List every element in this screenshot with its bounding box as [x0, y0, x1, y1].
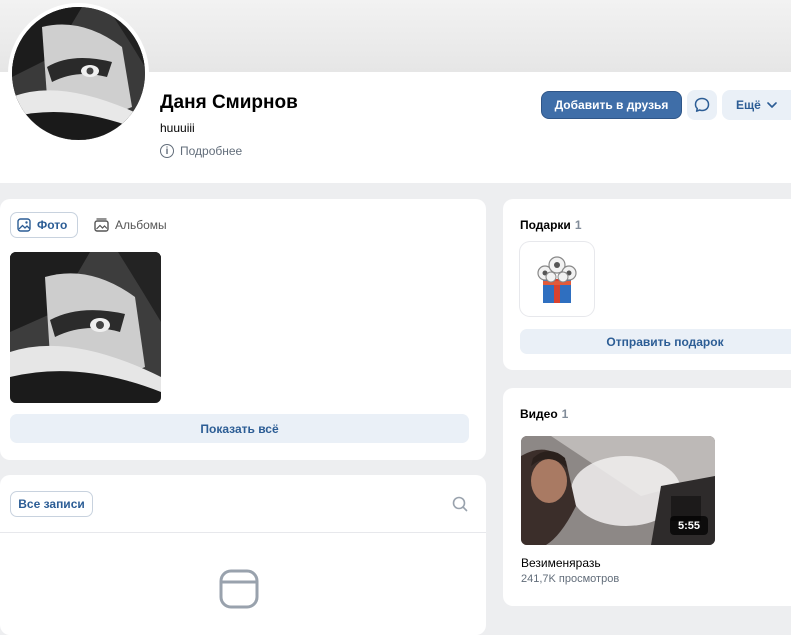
more-info-label: Подробнее	[180, 144, 243, 158]
tab-albums-label: Альбомы	[115, 218, 167, 232]
gifts-header[interactable]: Подарки 1	[520, 216, 582, 234]
gift-item[interactable]	[520, 242, 594, 316]
empty-posts-icon	[218, 568, 260, 610]
gifts-count: 1	[574, 218, 582, 232]
message-icon	[694, 97, 710, 112]
message-button[interactable]	[687, 90, 717, 120]
add-friend-button[interactable]: Добавить в друзья	[541, 91, 682, 119]
photo-image	[10, 252, 161, 403]
more-button[interactable]: Ещё	[722, 90, 791, 120]
send-gift-button[interactable]: Отправить подарок	[520, 329, 791, 354]
videos-count: 1	[561, 407, 569, 421]
tab-photos-label: Фото	[37, 218, 68, 232]
avatar[interactable]	[8, 3, 149, 144]
image-icon	[17, 218, 31, 232]
profile-name: Даня Смирнов	[160, 92, 298, 113]
video-title-link[interactable]: Везименяразь	[521, 556, 601, 570]
tab-albums[interactable]: Альбомы	[88, 212, 173, 238]
info-icon: i	[160, 144, 174, 158]
avatar-image	[12, 7, 145, 140]
search-icon[interactable]	[450, 494, 470, 514]
videos-header[interactable]: Видео 1	[520, 405, 568, 423]
video-duration-badge: 5:55	[670, 516, 708, 535]
tab-photos[interactable]: Фото	[10, 212, 78, 238]
more-info-link[interactable]: i Подробнее	[160, 142, 242, 160]
gift-box-icon	[537, 256, 577, 303]
chevron-down-icon	[767, 102, 777, 108]
photo-thumbnail[interactable]	[10, 252, 161, 403]
more-button-label: Ещё	[736, 98, 761, 112]
show-all-photos-button[interactable]: Показать всё	[10, 414, 469, 443]
profile-status: huuuiii	[160, 121, 195, 135]
gifts-title: Подарки	[520, 218, 571, 232]
all-posts-tab[interactable]: Все записи	[10, 491, 93, 517]
video-views-count: 241,7K просмотров	[521, 573, 620, 585]
videos-title: Видео	[520, 407, 558, 421]
divider	[0, 532, 486, 533]
album-icon	[94, 218, 109, 232]
